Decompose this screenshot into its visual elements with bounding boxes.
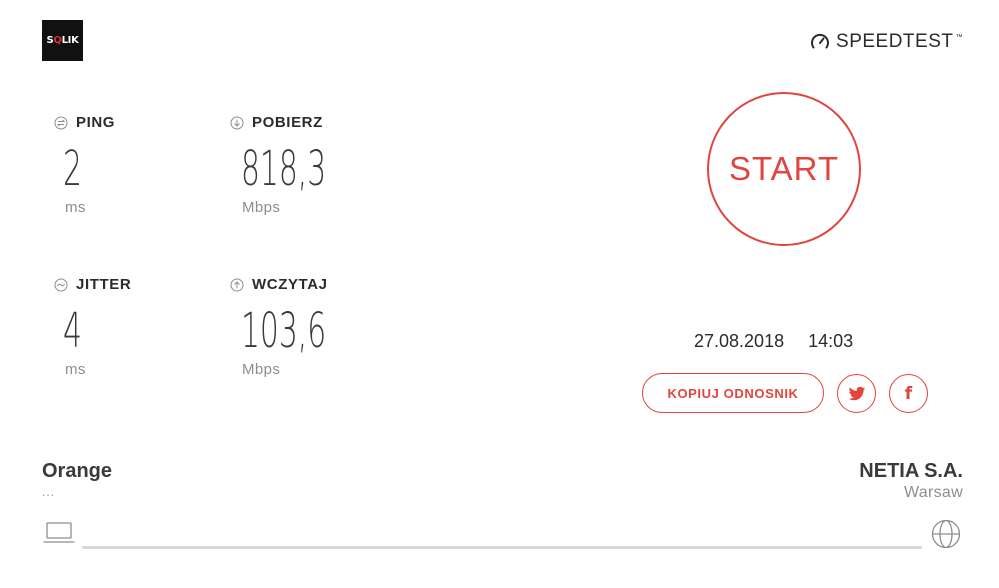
logo-text-s: S [46, 35, 54, 46]
download-unit: Mbps [242, 199, 281, 216]
jitter-unit: ms [65, 361, 86, 378]
server-info[interactable]: NETIA S.A. Warsaw [859, 460, 963, 502]
ping-header: PING [54, 114, 115, 131]
download-arrow-icon [230, 116, 244, 129]
twitter-share-button[interactable] [837, 374, 876, 413]
copy-link-label: KOPIUJ ODNOSNIK [667, 385, 799, 401]
connection-track [82, 546, 922, 549]
ping-metric: PING 2 ms [54, 114, 115, 216]
jitter-label: JITTER [76, 276, 132, 293]
result-date: 27.08.2018 [694, 331, 785, 351]
upload-header: WCZYTAJ [230, 276, 378, 293]
result-time: 14:03 [808, 331, 854, 351]
brand-name: SPEEDTEST [836, 31, 954, 52]
jitter-value: 4 [63, 303, 82, 359]
facebook-icon: f [904, 383, 913, 404]
jitter-wave-icon [54, 278, 68, 291]
gauge-icon [811, 33, 830, 49]
ping-label: PING [76, 114, 116, 131]
upload-arrow-icon [230, 278, 244, 291]
upload-metric: WCZYTAJ 103,6 Mbps [230, 276, 378, 378]
globe-icon [931, 519, 961, 549]
isp-info: Orange ... [42, 460, 112, 499]
upload-value: 103,6 [241, 303, 327, 359]
upload-label: WCZYTAJ [252, 276, 328, 293]
speedtest-brand[interactable]: SPEEDTEST ™ [810, 31, 963, 53]
isp-ip: ... [42, 485, 56, 499]
ping-value: 2 [63, 141, 82, 197]
download-label: POBIERZ [252, 114, 323, 131]
download-header: POBIERZ [230, 114, 378, 131]
twitter-icon [848, 386, 865, 400]
jitter-metric: JITTER 4 ms [54, 276, 131, 378]
jitter-header: JITTER [54, 276, 131, 293]
upload-unit: Mbps [242, 361, 281, 378]
copy-link-button[interactable]: KOPIUJ ODNOSNIK [642, 373, 824, 413]
server-location: Warsaw [904, 484, 963, 501]
sqlik-logo[interactable]: S Q LIK [42, 20, 83, 61]
server-name: NETIA S.A. [859, 460, 963, 482]
logo-text-q: Q [53, 35, 62, 46]
facebook-share-button[interactable]: f [889, 374, 928, 413]
result-datetime: 27.08.2018 14:03 [694, 331, 853, 352]
laptop-icon [43, 522, 75, 543]
ping-unit: ms [65, 199, 86, 216]
ping-icon [54, 116, 68, 129]
download-metric: POBIERZ 818,3 Mbps [230, 114, 378, 216]
start-button[interactable]: START [707, 92, 861, 246]
download-value: 818,3 [241, 141, 327, 197]
start-button-label: START [728, 150, 840, 187]
speedtest-result-page: S Q LIK SPEEDTEST ™ PING 2 ms POBIERZ 81… [0, 0, 999, 588]
isp-name: Orange [42, 460, 113, 482]
logo-text-lik: LIK [61, 35, 79, 46]
trademark-mark: ™ [955, 33, 963, 41]
